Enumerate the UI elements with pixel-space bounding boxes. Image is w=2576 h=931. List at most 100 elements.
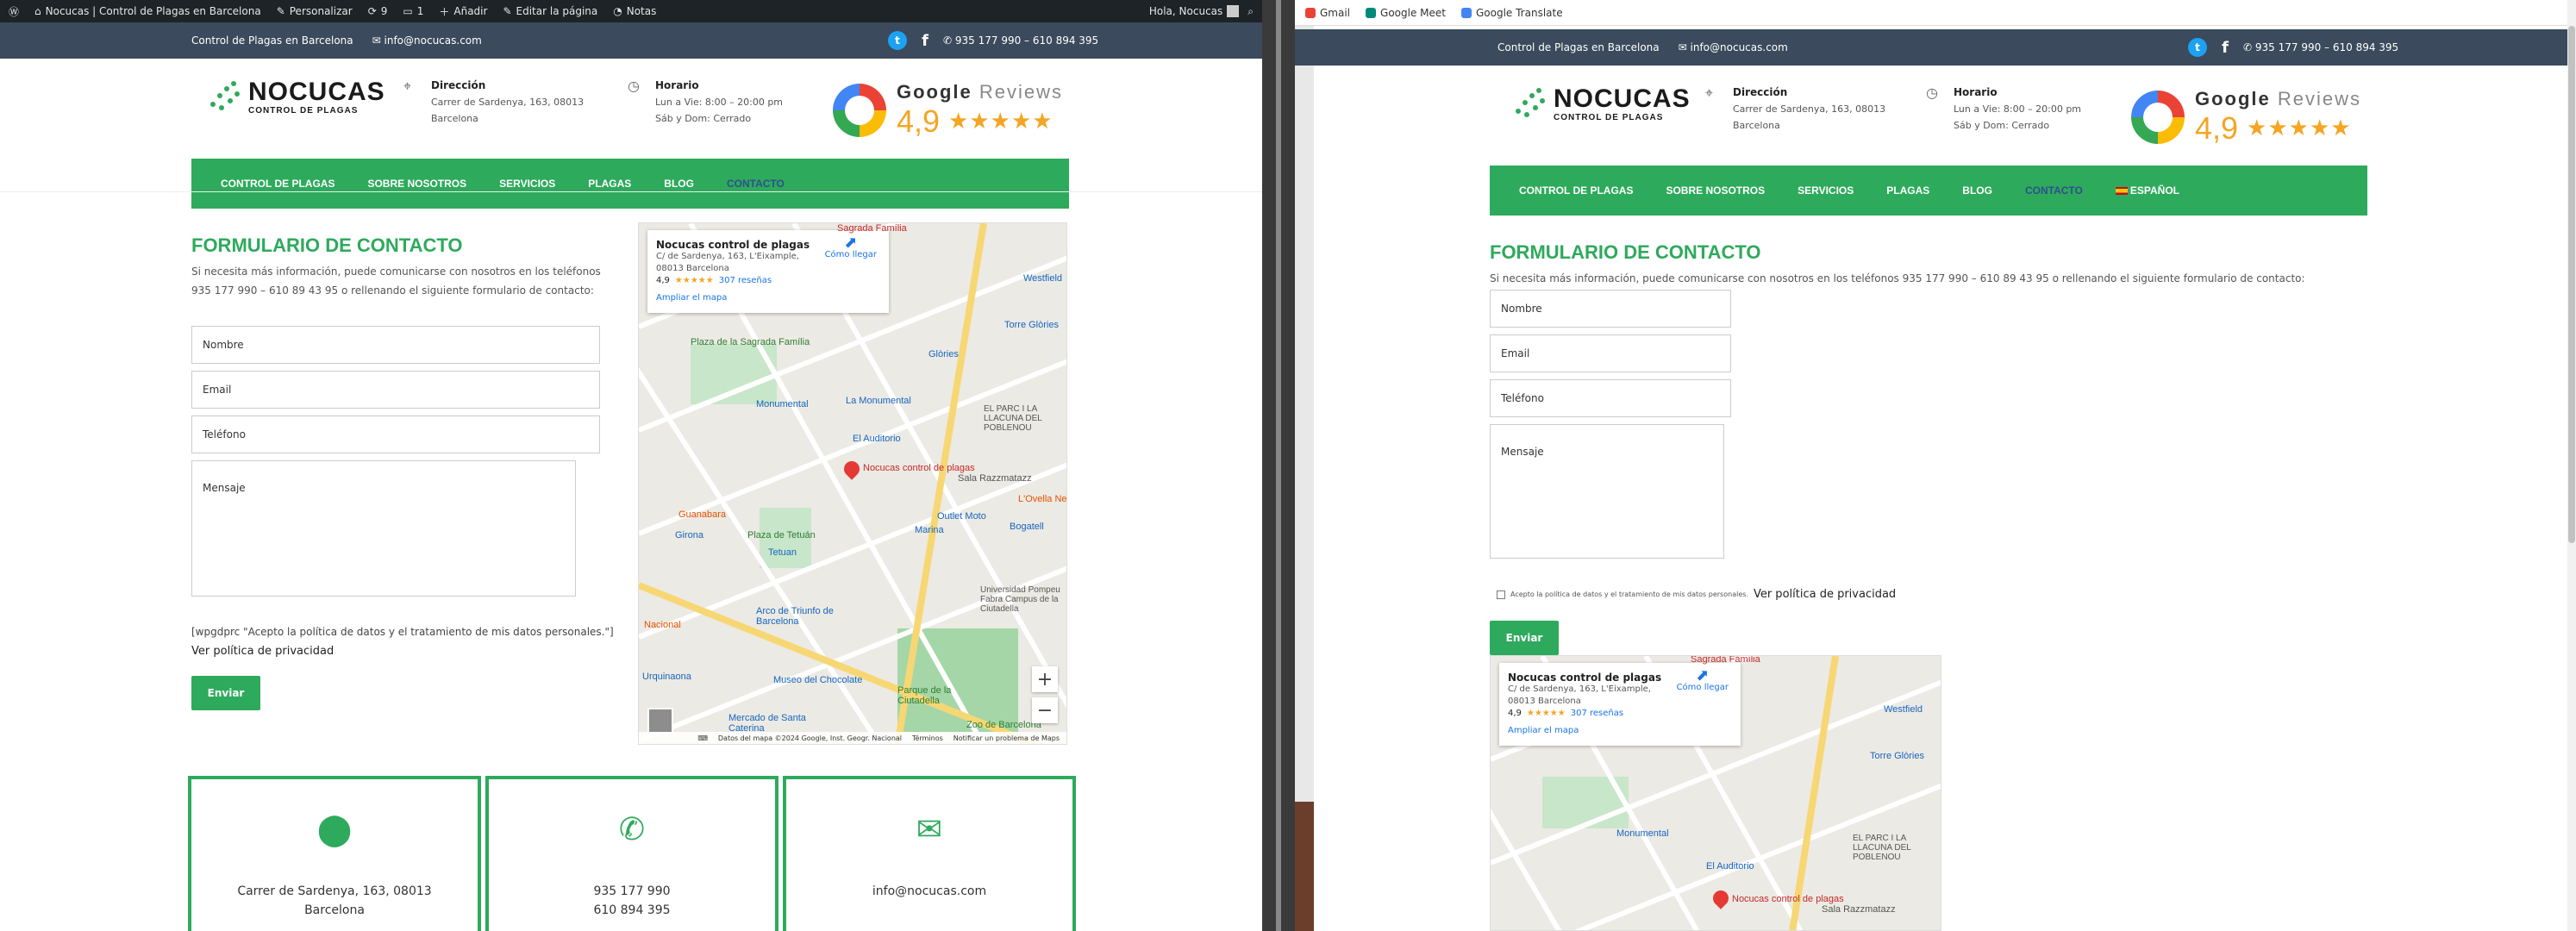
admin-customize-label: Personalizar (289, 5, 353, 17)
privacy-policy-link-right[interactable]: Ver política de privacidad (1754, 588, 1896, 601)
nav-control-de-plagas[interactable]: CONTROL DE PLAGAS (221, 178, 335, 190)
admin-comments-link[interactable]: ▭ 1 (403, 5, 423, 17)
map-enlarge-link[interactable]: Ampliar el mapa (656, 292, 880, 304)
admin-updates-count: 9 (380, 5, 388, 17)
email-field-right[interactable]: Email (1490, 334, 1731, 372)
bookmark-gmail[interactable]: Gmail (1305, 7, 1350, 19)
nav-plagas[interactable]: PLAGAS (588, 178, 631, 190)
nav-sobre-nosotros[interactable]: SOBRE NOSOTROS (1666, 184, 1765, 197)
phone-field[interactable]: Teléfono (191, 416, 600, 453)
nav-control-de-plagas[interactable]: CONTROL DE PLAGAS (1519, 184, 1633, 197)
twitter-icon[interactable]: t (2188, 38, 2207, 57)
google-reviews-badge[interactable]: Google Reviews 4,9 ★★★★★ (833, 81, 1063, 140)
nav-language-selector[interactable]: ESPAÑOL (2115, 184, 2179, 197)
form-title: FORMULARIO DE CONTACTO (191, 234, 463, 256)
map-label-plaza-tetuan: Plaza de Tetuán (747, 530, 816, 540)
contact-email-line1[interactable]: info@nocucas.com (786, 882, 1072, 901)
admin-site-link[interactable]: ⌂ Nocucas | Control de Plagas en Barcelo… (34, 5, 261, 17)
email-field[interactable]: Email (191, 371, 600, 409)
admin-edit-label: Editar la página (516, 5, 598, 17)
admin-updates-link[interactable]: ⟳ 9 (368, 5, 388, 17)
admin-customize-link[interactable]: ✎ Personalizar (277, 5, 353, 17)
submit-button-right[interactable]: Enviar (1490, 621, 1559, 655)
meet-icon (1366, 7, 1377, 18)
site-logo[interactable]: NOCUCAS CONTROL DE PLAGAS (207, 76, 385, 119)
nav-sobre-nosotros[interactable]: SOBRE NOSOTROS (367, 178, 466, 190)
map-label-ovella: L'Ovella Ne (1018, 494, 1067, 504)
submit-button[interactable]: Enviar (191, 676, 260, 710)
twitter-icon[interactable]: t (888, 31, 907, 50)
admin-add-link[interactable]: ＋ Añadir (439, 4, 487, 19)
admin-site-name: Nocucas | Control de Plagas en Barcelona (45, 5, 261, 17)
consent-checkbox[interactable] (1497, 590, 1505, 599)
nav-blog[interactable]: BLOG (664, 178, 694, 190)
map-keyboard-icon[interactable]: ⌨ (697, 734, 708, 742)
name-field-right[interactable]: Nombre (1490, 290, 1731, 328)
reviews-score-right: 4,9 (2195, 110, 2239, 146)
location-icon: ⬤ (316, 812, 353, 847)
address-line1: Carrer de Sardenya, 163, 08013 (431, 97, 585, 108)
bookmark-meet[interactable]: Google Meet (1366, 7, 1446, 19)
google-map[interactable]: Nocucas control de plagas C/ de Sardenya… (638, 222, 1067, 745)
message-field[interactable]: Mensaje (191, 460, 576, 597)
nav-servicios[interactable]: SERVICIOS (499, 178, 555, 190)
map-label-tetuan: Tetuan (768, 547, 797, 558)
directions-icon: ⬈ (844, 234, 858, 252)
map-reviews-link-right[interactable]: 307 reseñas (1571, 708, 1623, 720)
topbar-email-link-right[interactable]: ✉ info@nocucas.com (1679, 41, 1788, 53)
map-streetview-thumbnail[interactable] (647, 708, 673, 734)
map-zoom-in-button[interactable]: + (1032, 666, 1058, 692)
right-browser-window: Gmail Google Meet Google Translate Contr… (1295, 0, 2576, 931)
map-report-link[interactable]: Notificar un problema de Maps (953, 734, 1060, 742)
map-directions-button[interactable]: ⬈ Cómo llegar (825, 234, 877, 261)
map-label-museo-chocolate: Museo del Chocolate (773, 675, 863, 685)
scrollbar-thumb[interactable] (2568, 26, 2575, 543)
nav-language-label: ESPAÑOL (2129, 184, 2179, 197)
nav-plagas[interactable]: PLAGAS (1886, 184, 1929, 197)
bookmark-translate[interactable]: Google Translate (1460, 7, 1563, 19)
topbar-email-link[interactable]: ✉ info@nocucas.com (372, 34, 482, 47)
map-enlarge-link-right[interactable]: Ampliar el mapa (1508, 725, 1732, 737)
page-scrollbar[interactable] (2567, 0, 2576, 931)
google-logo-icon (2131, 91, 2185, 144)
admin-account-link[interactable]: Hola, Nocucas (1149, 5, 1240, 17)
admin-notes-link[interactable]: ◔ Notas (613, 5, 656, 17)
map-reviews-link[interactable]: 307 reseñas (719, 275, 772, 287)
phone-field-right[interactable]: Teléfono (1490, 379, 1731, 417)
map-pin-label: Nocucas control de plagas (863, 463, 975, 473)
map-label-girona: Girona (675, 530, 704, 540)
nav-blog[interactable]: BLOG (1962, 184, 1992, 197)
name-field[interactable]: Nombre (191, 326, 600, 364)
nav-contacto[interactable]: CONTACTO (727, 178, 785, 190)
map-label-auditorio-right: El Auditorio (1706, 861, 1754, 872)
wordpress-logo-icon[interactable]: Ⓦ (9, 4, 19, 19)
window-divider[interactable] (1262, 0, 1295, 931)
map-label-razzmatazz: Sala Razzmatazz (958, 473, 1032, 484)
message-field-right[interactable]: Mensaje (1490, 424, 1724, 559)
facebook-icon[interactable]: f (916, 31, 935, 50)
map-zoom-out-button[interactable]: − (1032, 697, 1058, 723)
facebook-icon[interactable]: f (2216, 38, 2235, 57)
map-label-auditorio: El Auditorio (853, 434, 901, 444)
contact-phone-line2: 610 894 395 (593, 903, 671, 917)
site-logo-right[interactable]: NOCUCAS CONTROL DE PLAGAS (1512, 83, 1691, 126)
clock-icon: ◷ (1926, 84, 1938, 101)
location-pin-icon: ⌖ (403, 78, 412, 94)
nav-contacto[interactable]: CONTACTO (2025, 184, 2083, 197)
form-title-right: FORMULARIO DE CONTACTO (1490, 241, 1761, 263)
search-icon[interactable]: ⌕ (1247, 5, 1254, 18)
admin-edit-page-link[interactable]: ✎ Editar la página (503, 5, 597, 17)
google-map-right[interactable]: Nocucas control de plagas C/ de Sardenya… (1490, 655, 1941, 931)
nav-servicios[interactable]: SERVICIOS (1798, 184, 1854, 197)
google-reviews-badge-right[interactable]: Google Reviews 4,9 ★★★★★ (2131, 88, 2361, 147)
hours-line2: Sáb y Dom: Cerrado (655, 113, 752, 124)
map-label-sagrada: Sagrada Família (837, 223, 907, 234)
form-intro: Si necesita más información, puede comun… (191, 262, 626, 300)
consent-checkbox-row: Acepto la política de datos y el tratami… (1497, 588, 1896, 601)
map-directions-button-right[interactable]: ⬈ Cómo llegar (1677, 668, 1729, 694)
hours-title: Horario (655, 79, 699, 91)
map-attribution: Datos del mapa ©2024 Google, Inst. Geogr… (717, 734, 903, 742)
privacy-policy-link[interactable]: Ver política de privacidad (191, 645, 334, 658)
form-intro-line2: 935 177 990 – 610 89 43 95 o rellenando … (191, 284, 594, 297)
map-terms-link[interactable]: Términos (912, 734, 943, 742)
